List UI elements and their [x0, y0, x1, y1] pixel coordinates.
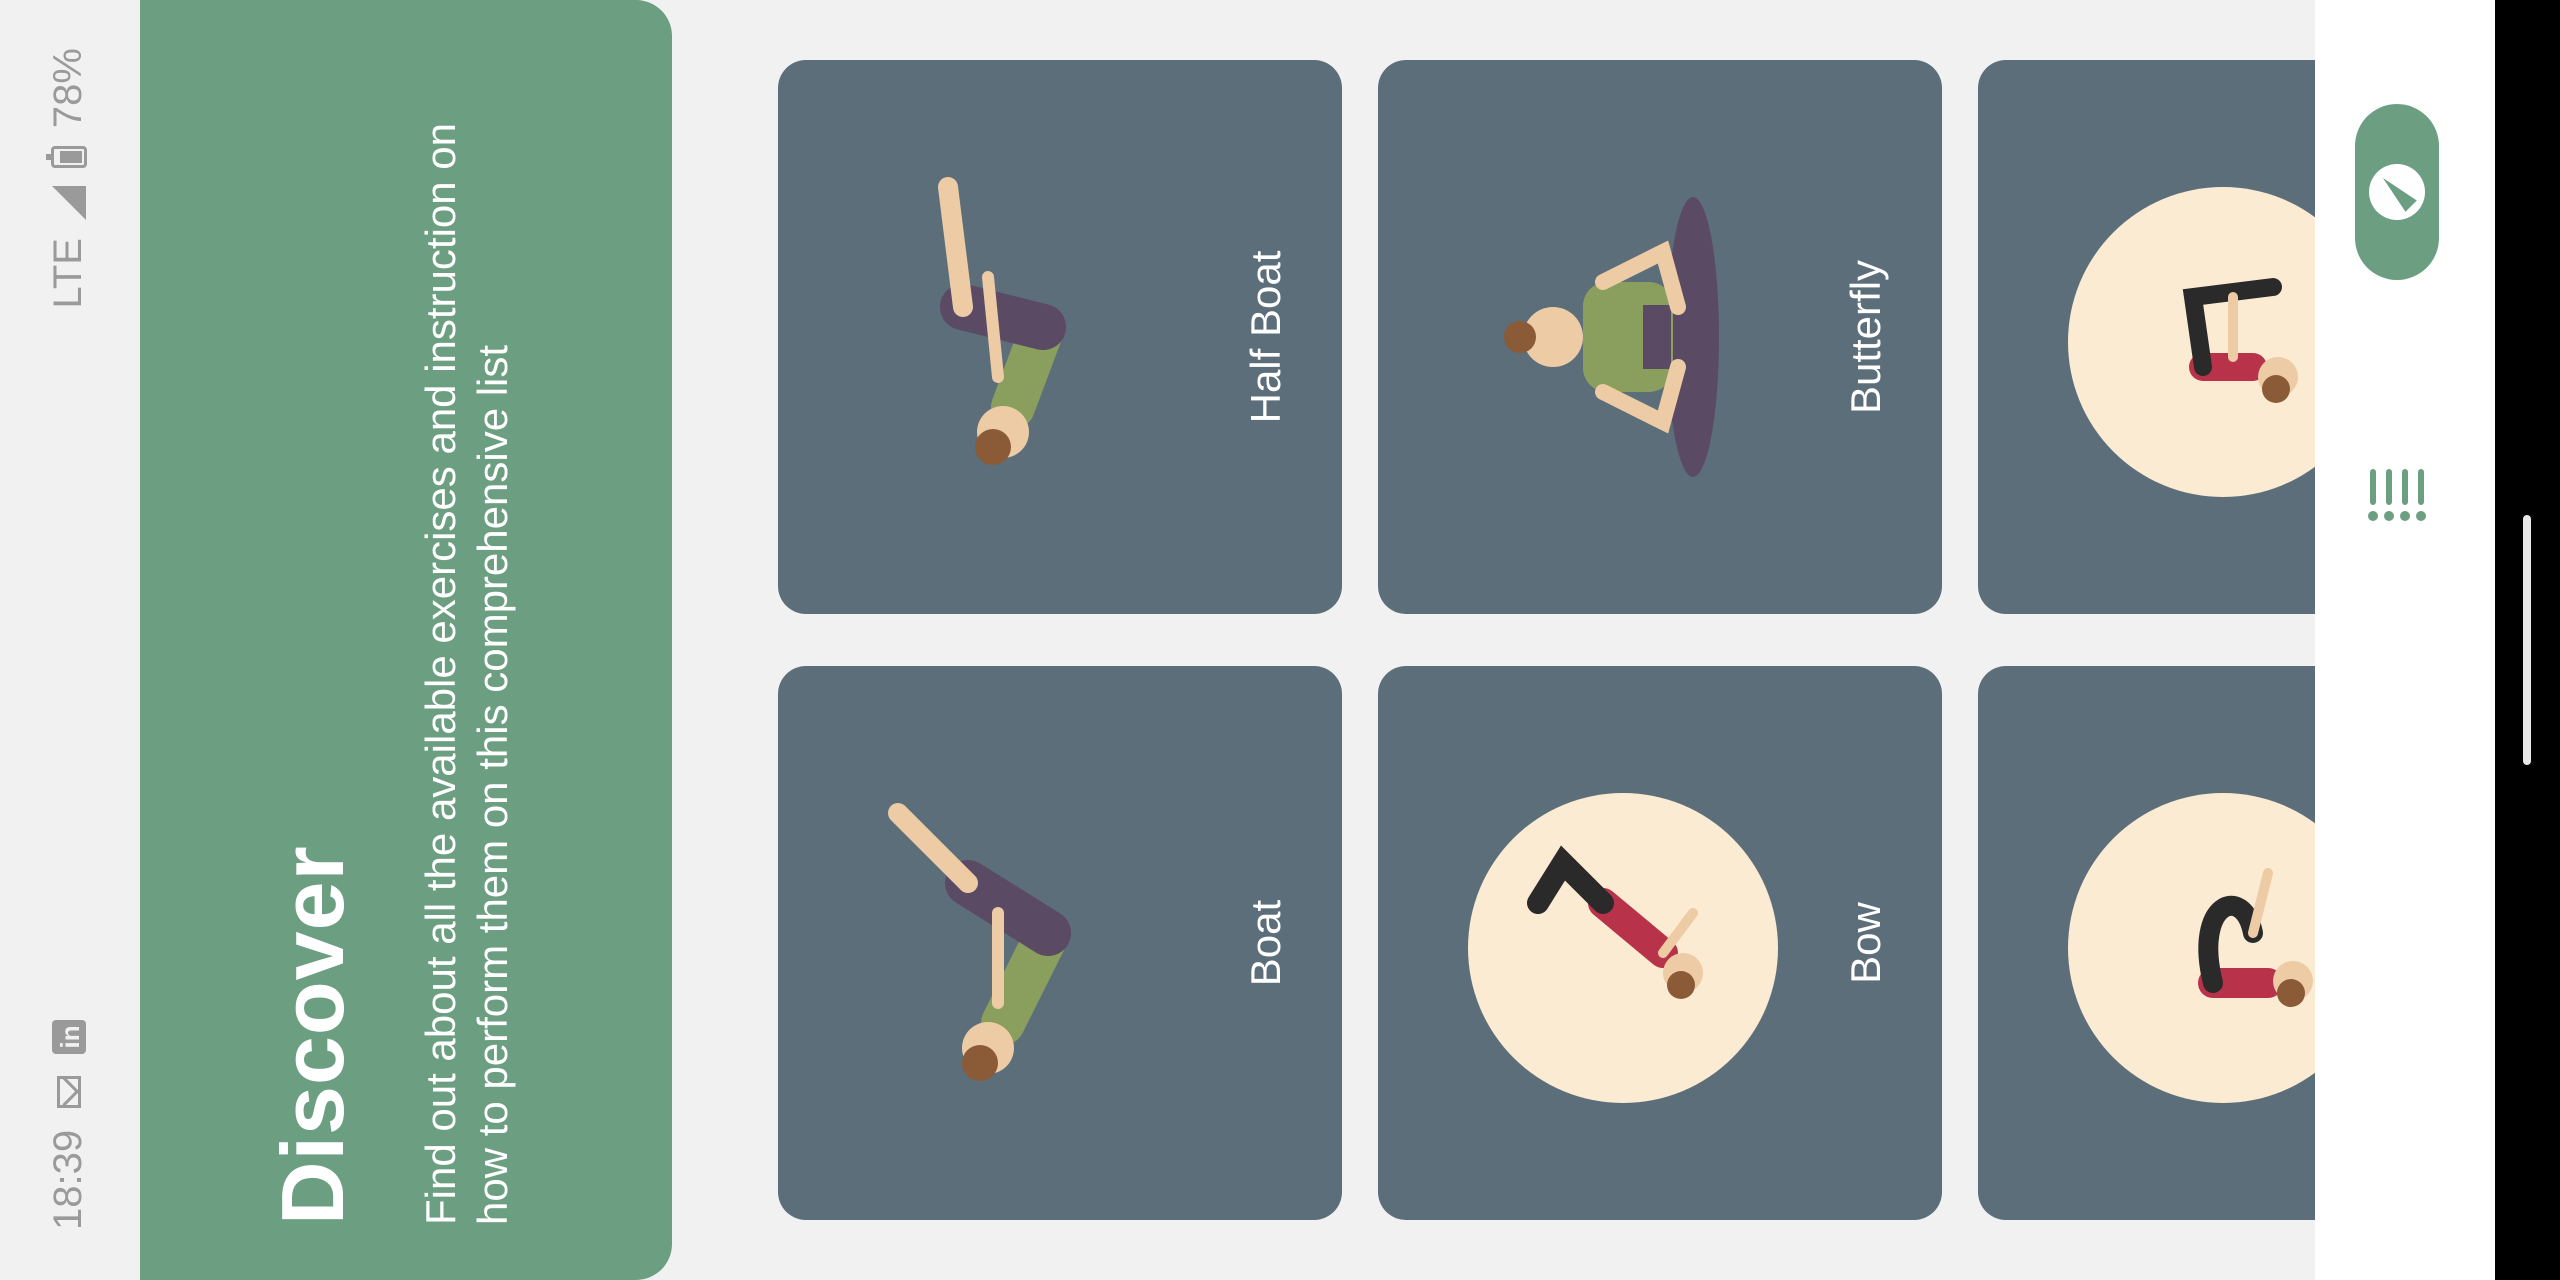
- list-icon: [2368, 469, 2426, 521]
- exercise-label: Bow: [1842, 902, 1889, 984]
- exercise-label: Half Boat: [1242, 250, 1289, 424]
- compass-icon: [2369, 164, 2425, 220]
- screen: 18:39 in LTE 78% Discover Find out about…: [0, 0, 2560, 1280]
- bottom-navigation: [2315, 0, 2495, 1280]
- exercise-label: Boat: [1242, 899, 1289, 987]
- exercise-card-bow[interactable]: Bow: [1378, 666, 1942, 1220]
- exercise-card-half-boat[interactable]: Half Boat: [778, 60, 1342, 614]
- battery-level: 78%: [46, 48, 90, 129]
- discover-header: Discover Find out about all the availabl…: [140, 0, 672, 1280]
- exercise-card-boat[interactable]: Boat: [778, 666, 1342, 1220]
- butterfly-pose-illustration: [1504, 197, 1719, 477]
- boat-pose-illustration: [888, 803, 1071, 1081]
- battery-icon: [50, 146, 87, 169]
- nav-list-button[interactable]: [2355, 445, 2439, 545]
- status-bar: 18:39 in LTE 78%: [0, 0, 140, 1280]
- clock: 18:39: [46, 1129, 90, 1230]
- page-description: Find out about all the available exercis…: [417, 122, 516, 1225]
- exercise-label: Butterfly: [1842, 259, 1889, 415]
- exercise-card-butterfly[interactable]: Butterfly: [1378, 60, 1942, 614]
- bow-pose-illustration: [1527, 845, 1703, 999]
- home-gesture-handle[interactable]: [2523, 515, 2531, 765]
- network-type: LTE: [46, 238, 90, 309]
- linkedin-icon: in: [51, 1019, 86, 1054]
- half-boat-pose-illustration: [938, 177, 1066, 465]
- nav-discover-button[interactable]: [2355, 104, 2439, 280]
- mail-icon: [56, 1075, 81, 1108]
- signal-icon: [51, 186, 86, 221]
- page-title: Discover: [263, 845, 362, 1225]
